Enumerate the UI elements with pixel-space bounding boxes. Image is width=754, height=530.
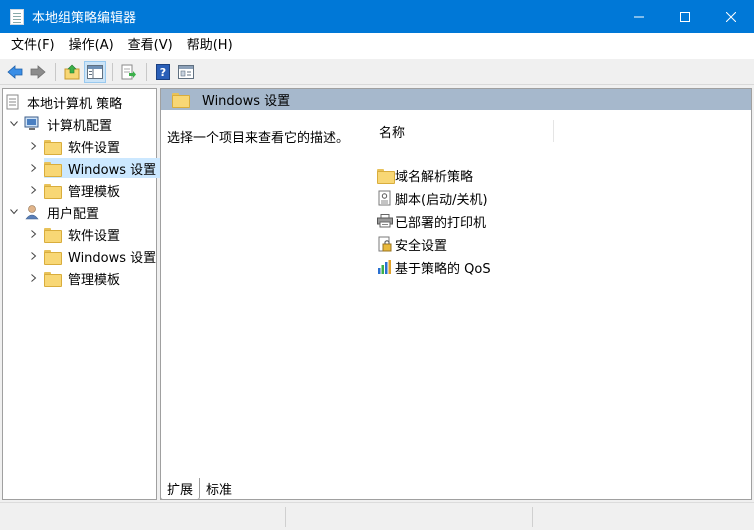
menu-action[interactable]: 操作(A) — [62, 33, 121, 59]
tree-label-admin-templates: 管理模板 — [68, 272, 121, 288]
status-divider — [532, 507, 533, 527]
help-button[interactable]: ? — [152, 61, 174, 83]
tree-label-computer-config: 计算机配置 — [47, 118, 113, 134]
export-list-button[interactable] — [118, 61, 140, 83]
status-bar — [0, 502, 754, 530]
chevron-right-icon[interactable] — [28, 184, 40, 196]
toolbar-separator — [55, 62, 56, 81]
column-header-name[interactable]: 名称 — [379, 122, 405, 141]
chevron-down-icon[interactable] — [8, 118, 20, 130]
details-header-title: Windows 设置 — [202, 94, 291, 109]
menu-file[interactable]: 文件(F) — [4, 33, 62, 59]
window-title: 本地组策略编辑器 — [32, 11, 137, 26]
menu-bar: 文件(F) 操作(A) 查看(V) 帮助(H) — [0, 33, 754, 59]
folder-icon — [44, 249, 62, 265]
close-button[interactable] — [708, 0, 754, 33]
chevron-right-icon[interactable] — [28, 272, 40, 284]
menu-help[interactable]: 帮助(H) — [180, 33, 240, 59]
minimize-button[interactable] — [616, 0, 662, 33]
folder-icon — [44, 161, 62, 177]
show-hide-console-tree-button[interactable] — [84, 60, 106, 83]
properties-button[interactable] — [175, 61, 197, 83]
toolbar: ? — [0, 59, 754, 85]
list-item-policy-based-qos[interactable]: 基于策略的 QoS — [377, 257, 491, 277]
status-divider — [285, 507, 286, 527]
chevron-right-icon[interactable] — [28, 250, 40, 262]
maximize-icon — [680, 11, 690, 22]
maximize-button[interactable] — [662, 0, 708, 33]
tree-node-computer-admin-templates[interactable]: 管理模板 — [28, 179, 123, 201]
list-item-scripts[interactable]: 脚本(启动/关机) — [377, 188, 488, 208]
tree-label-software-settings: 软件设置 — [68, 228, 121, 244]
qos-chart-icon — [378, 260, 391, 274]
list-item-label: 脚本(启动/关机) — [395, 192, 488, 208]
view-tabs: 扩展 标准 — [160, 478, 239, 500]
chevron-down-icon[interactable] — [8, 206, 20, 218]
gpedit-app-icon — [10, 8, 24, 25]
column-separator[interactable] — [553, 120, 554, 142]
computer-icon — [24, 116, 39, 130]
tree-label-windows-settings: Windows 设置 — [68, 162, 157, 178]
tree-label-software-settings: 软件设置 — [68, 140, 121, 156]
toolbar-separator — [146, 62, 147, 81]
list-item-label: 域名解析策略 — [395, 169, 474, 185]
forward-button[interactable] — [27, 61, 49, 83]
window-controls — [616, 0, 754, 33]
tree-node-user-admin-templates[interactable]: 管理模板 — [28, 267, 123, 289]
chevron-right-icon[interactable] — [28, 140, 40, 152]
chevron-right-icon[interactable] — [28, 228, 40, 240]
list-item-deployed-printers[interactable]: 已部署的打印机 — [377, 211, 486, 231]
script-icon — [378, 190, 391, 206]
tree-node-user-config[interactable]: 用户配置 — [8, 201, 102, 223]
folder-icon — [44, 139, 62, 155]
up-folder-icon — [64, 64, 80, 79]
list-item-label: 基于策略的 QoS — [395, 261, 491, 277]
toolbar-separator — [112, 62, 113, 81]
tree-node-computer-windows-settings[interactable]: Windows 设置 — [28, 157, 162, 179]
tree-label-admin-templates: 管理模板 — [68, 184, 121, 200]
printer-icon — [377, 214, 393, 228]
show-hide-tree-icon — [87, 64, 103, 79]
title-bar: 本地组策略编辑器 — [0, 0, 754, 33]
tab-standard[interactable]: 标准 — [200, 478, 239, 500]
tree-label-windows-settings: Windows 设置 — [68, 250, 157, 266]
folder-icon — [172, 93, 190, 108]
policy-document-icon — [6, 94, 19, 110]
folder-icon — [44, 227, 62, 243]
tree-label-root: 本地计算机 策略 — [27, 96, 123, 112]
properties-icon — [178, 64, 194, 79]
list-item-label: 已部署的打印机 — [395, 215, 487, 231]
folder-icon — [44, 183, 62, 199]
menu-view[interactable]: 查看(V) — [121, 33, 180, 59]
list-item-dns-policy[interactable]: 域名解析策略 — [377, 165, 473, 185]
tree-node-user-windows-settings[interactable]: Windows 设置 — [28, 245, 159, 267]
console-tree: 本地计算机 策略 计算机配置 软件设置 Windows 设置 管理模板 用户配置… — [2, 88, 162, 500]
details-list: 名称 域名解析策略 脚本(启动/关机) 已部署的打印机 安全设置 基于策略的 Q… — [365, 110, 751, 470]
list-item-security-settings[interactable]: 安全设置 — [377, 234, 447, 254]
folder-icon — [44, 271, 62, 287]
tree-node-computer-config[interactable]: 计算机配置 — [8, 113, 115, 135]
help-icon: ? — [156, 63, 170, 80]
security-icon — [378, 236, 392, 252]
details-pane: Windows 设置 选择一个项目来查看它的描述。 名称 域名解析策略 脚本(启… — [160, 88, 752, 500]
close-icon — [726, 11, 736, 22]
minimize-icon — [634, 16, 644, 17]
tree-node-computer-software-settings[interactable]: 软件设置 — [28, 135, 123, 157]
folder-icon — [377, 168, 395, 184]
chevron-right-icon[interactable] — [28, 162, 40, 174]
back-button[interactable] — [4, 61, 26, 83]
tree-label-user-config: 用户配置 — [47, 206, 100, 222]
export-list-icon — [121, 64, 136, 79]
details-header: Windows 设置 — [161, 89, 751, 110]
tab-extended[interactable]: 扩展 — [160, 478, 201, 500]
up-one-level-button[interactable] — [61, 61, 83, 83]
user-icon — [25, 205, 39, 220]
tree-node-root[interactable]: 本地计算机 策略 — [6, 91, 127, 113]
list-item-label: 安全设置 — [395, 238, 448, 254]
svg-text:?: ? — [160, 66, 166, 79]
back-arrow-icon — [7, 64, 23, 79]
forward-arrow-icon — [30, 64, 46, 79]
description-text: 选择一个项目来查看它的描述。 — [167, 131, 350, 146]
tree-node-user-software-settings[interactable]: 软件设置 — [28, 223, 123, 245]
